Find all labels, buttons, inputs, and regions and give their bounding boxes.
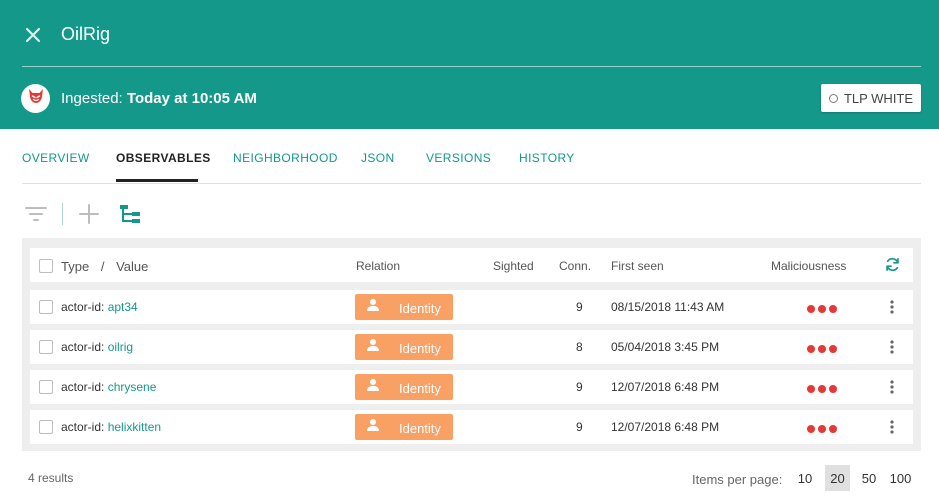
maliciousness-indicator xyxy=(807,385,837,393)
relation-label: Identity xyxy=(399,421,441,436)
row-checkbox[interactable] xyxy=(39,340,53,354)
items-per-page-label: Items per page: xyxy=(692,472,783,487)
first-seen-value: 05/04/2018 3:45 PM xyxy=(611,340,720,354)
column-header-relation[interactable]: Relation xyxy=(356,259,400,273)
column-header-conn[interactable]: Conn. xyxy=(559,259,591,273)
devil-icon xyxy=(26,86,46,111)
page-size-option[interactable]: 100 xyxy=(886,465,915,491)
column-header-type[interactable]: Type / Value xyxy=(61,260,148,274)
observable-type: actor-id: xyxy=(61,300,105,314)
maliciousness-indicator xyxy=(807,345,837,353)
observable-value-link[interactable]: chrysene xyxy=(108,380,157,394)
table-row[interactable]: actor-id: oilrig Identity 8 05/04/2018 3… xyxy=(30,330,913,364)
page-title: OilRig xyxy=(61,24,111,44)
refresh-icon[interactable] xyxy=(885,257,900,275)
ingested-label: Ingested: xyxy=(61,90,123,107)
relation-badge[interactable]: Identity xyxy=(355,334,453,360)
column-header-sighted[interactable]: Sighted xyxy=(493,259,534,273)
conn-value: 9 xyxy=(576,300,583,314)
person-icon xyxy=(366,338,380,355)
first-seen-value: 12/07/2018 6:48 PM xyxy=(611,380,720,394)
maliciousness-indicator xyxy=(807,425,837,433)
person-icon xyxy=(366,378,380,395)
tab-bar: OVERVIEW OBSERVABLES NEIGHBORHOOD JSON V… xyxy=(0,129,939,183)
relation-badge[interactable]: Identity xyxy=(355,414,453,440)
table-header-row: Type / Value Relation Sighted Conn. Firs… xyxy=(30,248,913,282)
relation-badge[interactable]: Identity xyxy=(355,374,453,400)
observable-value-link[interactable]: oilrig xyxy=(108,340,133,354)
observable-value-link[interactable]: helixkitten xyxy=(108,420,161,434)
column-header-maliciousness[interactable]: Maliciousness xyxy=(771,259,846,273)
type-value-separator: / xyxy=(100,259,105,274)
observable-type: actor-id: xyxy=(61,340,105,354)
more-vert-icon[interactable] xyxy=(888,419,896,435)
tlp-button[interactable]: TLP WHITE xyxy=(821,84,921,112)
tree-structure-icon[interactable] xyxy=(119,204,141,229)
close-icon[interactable] xyxy=(22,24,44,46)
ingested-value: Today at 10:05 AM xyxy=(126,90,257,107)
person-icon xyxy=(366,418,380,435)
conn-value: 9 xyxy=(576,420,583,434)
type-header-label: Type xyxy=(61,259,90,274)
maliciousness-indicator xyxy=(807,305,837,313)
person-icon xyxy=(366,298,380,315)
results-count: 4 results xyxy=(28,471,74,485)
ingested-info: Ingested: Today at 10:05 AM xyxy=(61,89,257,109)
tab-versions[interactable]: VERSIONS xyxy=(426,151,491,165)
table-row[interactable]: actor-id: helixkitten Identity 9 12/07/2… xyxy=(30,410,913,444)
observable-cell: actor-id: oilrig xyxy=(61,340,133,354)
tab-observables[interactable]: OBSERVABLES xyxy=(116,151,211,165)
header-divider xyxy=(22,66,921,67)
observables-table: Type / Value Relation Sighted Conn. Firs… xyxy=(22,238,921,451)
tab-neighborhood[interactable]: NEIGHBORHOOD xyxy=(233,151,338,165)
page-size-option[interactable]: 50 xyxy=(856,465,882,491)
value-header-label: Value xyxy=(116,259,149,274)
relation-label: Identity xyxy=(399,301,441,316)
row-checkbox[interactable] xyxy=(39,300,53,314)
first-seen-value: 12/07/2018 6:48 PM xyxy=(611,420,720,434)
tlp-label: TLP WHITE xyxy=(843,90,914,106)
select-all-checkbox[interactable] xyxy=(39,259,53,273)
observable-cell: actor-id: helixkitten xyxy=(61,420,161,434)
more-vert-icon[interactable] xyxy=(888,339,896,355)
relation-label: Identity xyxy=(399,381,441,396)
avatar xyxy=(21,84,50,113)
first-seen-value: 08/15/2018 11:43 AM xyxy=(611,300,725,314)
table-row[interactable]: actor-id: apt34 Identity 9 08/15/2018 11… xyxy=(30,290,913,324)
row-checkbox[interactable] xyxy=(39,380,53,394)
observable-type: actor-id: xyxy=(61,420,105,434)
conn-value: 9 xyxy=(576,380,583,394)
conn-value: 8 xyxy=(576,340,583,354)
circle-icon xyxy=(828,93,838,103)
row-checkbox[interactable] xyxy=(39,420,53,434)
toolbar-divider xyxy=(62,203,63,225)
filter-icon[interactable] xyxy=(25,206,47,227)
more-vert-icon[interactable] xyxy=(888,379,896,395)
relation-label: Identity xyxy=(399,341,441,356)
tabs-divider xyxy=(22,183,921,184)
column-header-first-seen[interactable]: First seen xyxy=(611,259,664,273)
page-size-option[interactable]: 10 xyxy=(792,465,818,491)
table-row[interactable]: actor-id: chrysene Identity 9 12/07/2018… xyxy=(30,370,913,404)
observable-cell: actor-id: chrysene xyxy=(61,380,156,394)
active-tab-indicator xyxy=(116,179,198,182)
detail-header: OilRig Ingested: Today at 10:05 AM TLP W… xyxy=(0,0,939,129)
tab-json[interactable]: JSON xyxy=(361,151,395,165)
tab-history[interactable]: HISTORY xyxy=(519,151,575,165)
add-icon[interactable] xyxy=(79,204,99,229)
more-vert-icon[interactable] xyxy=(888,299,896,315)
observable-cell: actor-id: apt34 xyxy=(61,300,138,314)
relation-badge[interactable]: Identity xyxy=(355,294,453,320)
observable-value-link[interactable]: apt34 xyxy=(108,300,138,314)
observable-type: actor-id: xyxy=(61,380,105,394)
tab-overview[interactable]: OVERVIEW xyxy=(22,151,90,165)
page-size-option-selected[interactable]: 20 xyxy=(825,465,850,491)
